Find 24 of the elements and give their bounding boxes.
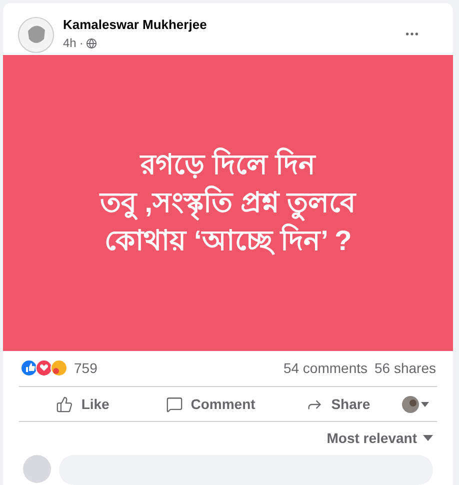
comment-button[interactable]: Comment	[146, 388, 274, 420]
thumbs-up-icon	[56, 396, 74, 413]
shares-count[interactable]: 56 shares	[374, 358, 436, 379]
reaction-icons[interactable]	[20, 359, 68, 378]
globe-icon	[86, 38, 98, 48]
profile-avatar	[402, 396, 420, 413]
author-name[interactable]: Kamaleswar Mukherjee	[63, 16, 207, 34]
commenter-avatar	[23, 455, 51, 484]
image-text-line: তবু ,সংস্কৃতি প্রশ্ন তুলবে	[100, 184, 356, 221]
caret-icon	[421, 402, 430, 407]
image-text-line: রগড়ে দিলে দিন	[140, 146, 316, 182]
separator: ·	[79, 35, 84, 52]
caret-icon	[423, 435, 433, 442]
post-image-text-card[interactable]: রগড়ে দিলে দিন তবু ,সংস্কৃতি প্রশ্ন তুলবে কোথায় ‘আচ্ছে দিন’ ?	[3, 55, 453, 351]
audience-selector[interactable]	[402, 396, 430, 413]
speech-bubble-icon	[166, 396, 183, 413]
comment-sort-dropdown[interactable]: Most relevant	[326, 428, 433, 449]
image-text-line: কোথায় ‘আচ্ছে দিন’ ?	[104, 222, 352, 258]
like-button[interactable]: Like	[19, 388, 147, 420]
reaction-count[interactable]: 759	[74, 358, 98, 379]
avatar[interactable]	[18, 17, 54, 53]
post-time[interactable]: 4h	[63, 34, 76, 52]
comments-count[interactable]: 54 comments	[283, 358, 368, 379]
share-button[interactable]: Share	[274, 388, 402, 420]
